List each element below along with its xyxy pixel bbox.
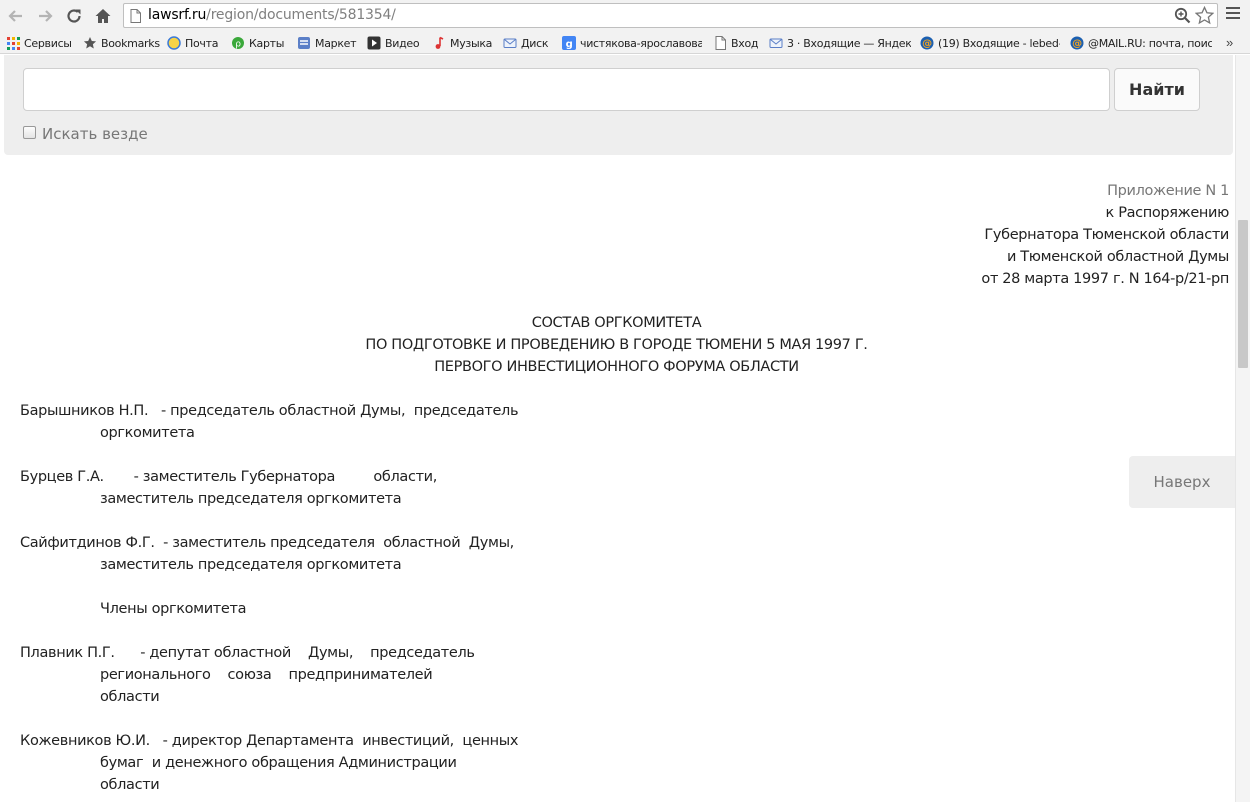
document-title: ПО ПОДГОТОВКЕ И ПРОВЕДЕНИЮ В ГОРОДЕ ТЮМЕ… — [365, 337, 868, 353]
back-to-top-button[interactable]: Наверх — [1129, 456, 1235, 508]
at-icon: @ — [920, 36, 934, 50]
search-input[interactable] — [23, 68, 1110, 111]
bookmark-bookmarks[interactable]: Bookmarks — [83, 35, 161, 51]
bookmark-mailru[interactable]: @ @MAIL.RU: почта, поиск — [1070, 35, 1212, 51]
bookmark-star-icon[interactable] — [1195, 6, 1214, 25]
scrollbar-thumb[interactable] — [1238, 220, 1248, 368]
svg-text:g: g — [566, 39, 573, 50]
search-everywhere-option[interactable]: Искать везде — [23, 125, 148, 143]
zoom-icon[interactable] — [1174, 7, 1191, 24]
page-icon — [130, 9, 141, 23]
back-arrow-icon — [8, 10, 22, 22]
back-button[interactable] — [5, 5, 27, 27]
star-icon — [83, 36, 97, 50]
committee-member-line: Бурцев Г.А. - заместитель Губернатора об… — [20, 469, 438, 485]
page-scrollbar[interactable] — [1235, 55, 1250, 802]
committee-member-line: Сайфитдинов Ф.Г. - заместитель председат… — [20, 535, 514, 551]
bookmark-services[interactable]: Сервисы — [6, 35, 76, 51]
home-icon — [95, 9, 111, 23]
bookmark-disk[interactable]: Диск — [503, 35, 555, 51]
bookmark-chistyakova[interactable]: g чистякова-ярославова — [562, 35, 702, 51]
bookmark-muzyka[interactable]: Музыка — [432, 35, 496, 51]
committee-member-line: области — [100, 777, 160, 793]
appendix-line: и Тюменской областной Думы — [1006, 249, 1229, 265]
yandex-mail-icon — [167, 36, 181, 50]
appendix-line: от 28 марта 1997 г. N 164-р/21-рп — [981, 271, 1229, 287]
appendix-number: Приложение N 1 — [1107, 183, 1229, 199]
bookmarks-bar: Сервисы Bookmarks Почта ρ Карты Маркет В… — [0, 32, 1250, 54]
google-plus-icon: g — [562, 36, 576, 50]
browser-toolbar: lawsrf.ru/region/documents/581354/ — [0, 0, 1250, 32]
appendix-line: Губернатора Тюменской области — [984, 227, 1229, 243]
market-icon — [297, 36, 311, 50]
map-icon: ρ — [231, 36, 245, 50]
bookmark-inbox-lebed[interactable]: @ (19) Входящие - lebed-l — [920, 35, 1060, 51]
page-icon — [713, 36, 727, 50]
bookmark-market[interactable]: Маркет — [297, 35, 361, 51]
search-panel: Найти Искать везде — [4, 55, 1233, 155]
svg-text:@: @ — [1072, 39, 1082, 50]
svg-text:@: @ — [922, 39, 932, 50]
bookmark-inbox-yandex[interactable]: 3 · Входящие — Яндекс — [769, 35, 911, 51]
committee-member-line: заместитель председателя оргкомитета — [100, 557, 402, 573]
envelope-icon — [769, 36, 783, 50]
members-heading: Члены оргкомитета — [100, 601, 247, 617]
video-icon — [367, 36, 381, 50]
committee-member-line: оргкомитета — [100, 425, 195, 441]
url-text: lawsrf.ru/region/documents/581354/ — [148, 7, 396, 23]
reload-button[interactable] — [63, 5, 85, 27]
svg-text:ρ: ρ — [235, 40, 241, 50]
bookmark-vhod[interactable]: Вход — [713, 35, 763, 51]
address-bar[interactable]: lawsrf.ru/region/documents/581354/ — [123, 3, 1218, 28]
search-everywhere-checkbox[interactable] — [23, 125, 36, 139]
reload-icon — [67, 9, 81, 23]
committee-member-line: регионального союза предпринимателей — [100, 667, 433, 683]
chrome-menu-button[interactable] — [1226, 7, 1240, 23]
envelope-icon — [503, 36, 517, 50]
music-icon — [432, 36, 446, 50]
committee-member-line: области — [100, 689, 160, 705]
bookmarks-overflow-chevron-icon[interactable]: » — [1226, 35, 1233, 50]
committee-member-line: заместитель председателя оргкомитета — [100, 491, 402, 507]
bookmark-pochta[interactable]: Почта — [167, 35, 227, 51]
apps-grid-icon — [6, 36, 20, 50]
find-button[interactable]: Найти — [1114, 68, 1200, 111]
bookmark-video[interactable]: Видео — [367, 35, 425, 51]
search-everywhere-label: Искать везде — [42, 125, 148, 143]
committee-member-line: бумаг и денежного обращения Администраци… — [100, 755, 457, 771]
forward-button[interactable] — [34, 5, 56, 27]
committee-member-line: Барышников Н.П. - председатель областной… — [20, 403, 519, 419]
home-button[interactable] — [92, 5, 114, 27]
document-title: СОСТАВ ОРГКОМИТЕТА — [531, 315, 702, 331]
committee-member-line: Плавник П.Г. - депутат областной Думы, п… — [20, 645, 475, 661]
bookmark-karty[interactable]: ρ Карты — [231, 35, 289, 51]
at-icon: @ — [1070, 36, 1084, 50]
forward-arrow-icon — [39, 10, 53, 22]
committee-member-line: Кожевников Ю.И. - директор Департамента … — [20, 733, 519, 749]
document-title: ПЕРВОГО ИНВЕСТИЦИОННОГО ФОРУМА ОБЛАСТИ — [434, 359, 799, 375]
appendix-line: к Распоряжению — [1105, 205, 1230, 221]
